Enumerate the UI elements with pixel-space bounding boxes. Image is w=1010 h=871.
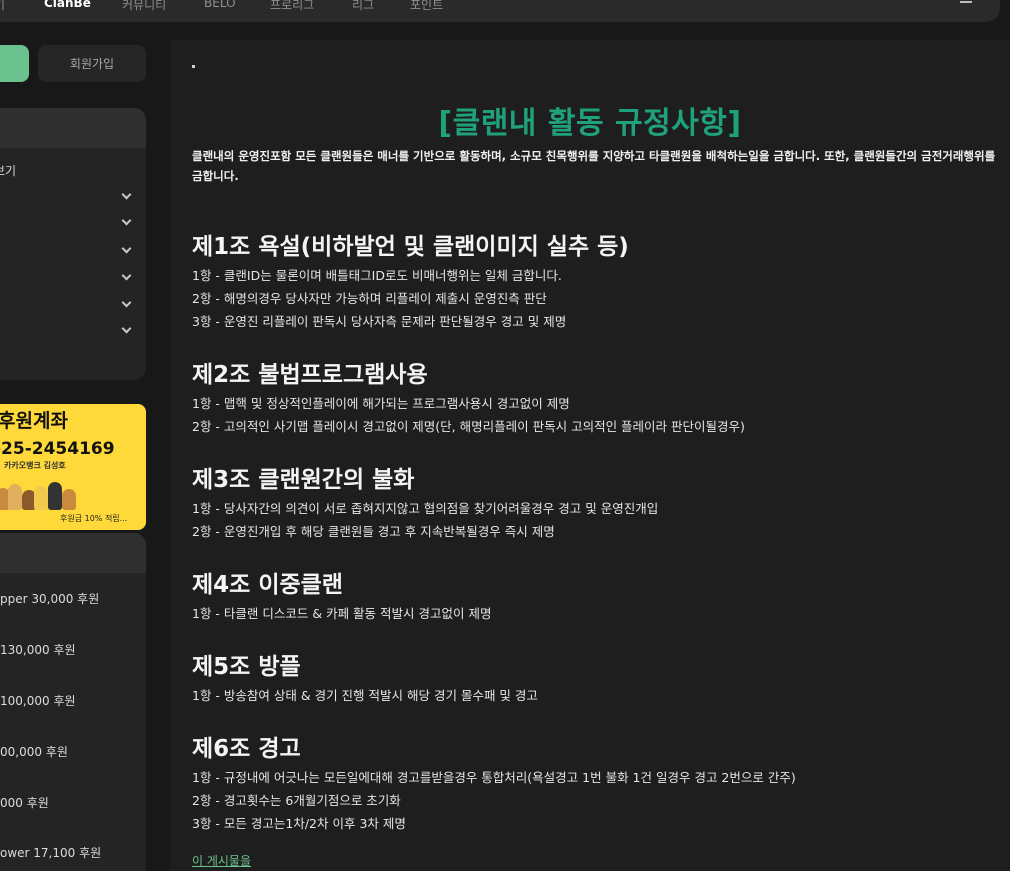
sidebar-menu-item[interactable] (0, 188, 146, 208)
article-clause: 3항 - 모든 경고는1차/2차 이후 3차 제명 (192, 816, 406, 831)
signup-button[interactable]: 회원가입 (38, 45, 146, 82)
donor-item: ower 17,100 후원 (0, 846, 102, 860)
nav-item-belo[interactable]: BELO (204, 0, 236, 10)
chevron-down-icon[interactable] (121, 270, 132, 281)
article-title: 제6조 경고 (192, 736, 301, 762)
nav-item-points[interactable]: 포인트 (410, 0, 443, 13)
top-nav-bar: 기 ClanBe 커뮤니티 BELO 프로리그 리그 포인트 (0, 0, 1000, 22)
article-title: 제4조 이중클랜 (192, 572, 343, 598)
nav-item-proleague[interactable]: 프로리그 (270, 0, 314, 13)
article-title: 제3조 클랜원간의 불화 (192, 467, 415, 493)
article-clause: 1항 - 클랜ID는 물론이며 배틀태그ID로도 비매너행위는 일체 금합니다. (192, 268, 562, 283)
post-footer-link[interactable]: 이 게시물을 (192, 852, 251, 869)
sidebar-menu-item[interactable] (0, 296, 146, 316)
nav-item-community[interactable]: 커뮤니티 (122, 0, 166, 13)
donor-item: pper 30,000 후원 (0, 592, 100, 606)
banner-account-number: -25-2454169 (0, 439, 115, 459)
chevron-down-icon[interactable] (121, 215, 132, 226)
post-title: [클랜내 활동 규정사항] (438, 106, 742, 141)
sidebar-menu-item[interactable]: 보기 (0, 160, 146, 180)
article-clause: 1항 - 타클랜 디스코드 & 카페 활동 적발시 경고없이 제명 (192, 606, 492, 621)
nav-item[interactable]: 기 (0, 0, 5, 13)
article-title: 제1조 욕설(비하발언 및 클랜이미지 실추 등) (192, 234, 629, 260)
hamburger-menu-icon[interactable] (960, 0, 972, 3)
chevron-down-icon[interactable] (121, 323, 132, 334)
character-illustration (0, 480, 76, 510)
nav-item-clanbe[interactable]: ClanBe (44, 0, 91, 10)
sidebar-menu-panel: 보기 l l (0, 108, 146, 380)
donor-item: 000 후원 (0, 796, 49, 810)
article-title: 제5조 방플 (192, 654, 301, 680)
banner-note: 후원금 10% 적립... (60, 514, 128, 523)
article-clause: 2항 - 운영진개입 후 해당 클랜원들 경고 후 지속반복될경우 즉시 제명 (192, 524, 555, 539)
article-clause: 3항 - 운영진 리플레이 판독시 당사자측 문제라 판단될경우 경고 및 제명 (192, 314, 567, 329)
sidebar-menu-item[interactable] (0, 242, 146, 262)
sidebar-menu-item[interactable]: l (0, 269, 146, 289)
article-clause: 2항 - 해명의경우 당사자만 가능하며 리플레이 제출시 운영진측 판단 (192, 291, 547, 306)
sidebar-menu-item[interactable] (0, 322, 146, 342)
donor-item: 130,000 후원 (0, 643, 76, 657)
article-clause: 2항 - 경고횟수는 6개월기점으로 초기화 (192, 793, 401, 808)
nav-item-league[interactable]: 리그 (352, 0, 374, 13)
sidebar-menu-header (0, 108, 146, 148)
article-clause: 1항 - 규정내에 어긋나는 모든일에대해 경고를받을경우 통합처리(욕설경고 … (192, 770, 796, 785)
donor-item: 00,000 후원 (0, 745, 68, 759)
donor-list-header (0, 533, 146, 573)
article-clause: 1항 - 맵핵 및 정상적인플레이에 해가되는 프로그램사용시 경고없이 제명 (192, 396, 570, 411)
post-intro: 클랜내의 운영진포함 모든 클랜원들은 매너를 기반으로 활동하며, 소규모 친… (192, 149, 996, 183)
chevron-down-icon[interactable] (121, 243, 132, 254)
banner-bank-name: 카카오뱅크 김성호 (4, 461, 66, 470)
article-clause: 1항 - 당사자간의 의견이 서로 좁혀지지않고 협의점을 찾기어려울경우 경고… (192, 501, 659, 516)
sidebar-menu-item-label: 보기 (0, 164, 17, 178)
donor-list-panel: pper 30,000 후원 130,000 후원 100,000 후원 00,… (0, 533, 146, 871)
article-clause: 2항 - 고의적인 사기맵 플레이시 경고없이 제명(단, 해명리플레이 판독시… (192, 419, 745, 434)
chevron-down-icon[interactable] (121, 189, 132, 200)
signup-button-label: 회원가입 (69, 57, 115, 71)
login-button[interactable] (0, 45, 29, 82)
donor-item: 100,000 후원 (0, 694, 76, 708)
donation-account-banner[interactable]: 후원계좌 -25-2454169 카카오뱅크 김성호 후원금 10% 적립... (0, 404, 146, 530)
article-title: 제2조 불법프로그램사용 (192, 362, 428, 388)
article-clause: 1항 - 방송참여 상태 & 경기 진행 적발시 해당 경기 몰수패 및 경고 (192, 688, 538, 703)
bullet-dot (192, 65, 195, 68)
sidebar-menu-item[interactable]: l (0, 214, 146, 234)
chevron-down-icon[interactable] (121, 297, 132, 308)
banner-title: 후원계좌 (0, 410, 68, 432)
